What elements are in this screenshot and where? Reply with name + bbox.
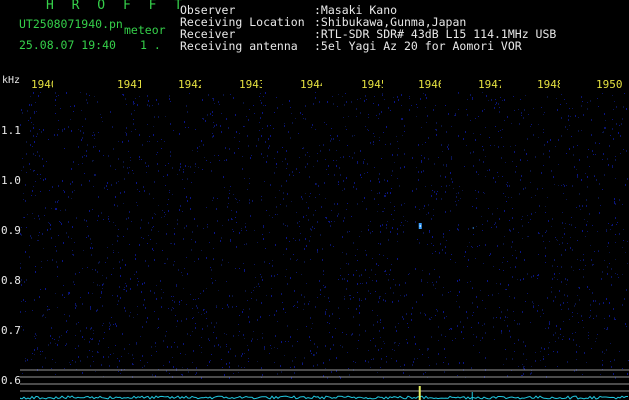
y-tick-1-1: 1.1 xyxy=(1,124,21,137)
spectrum-spike-minor xyxy=(471,392,473,400)
spectrum-spike xyxy=(418,386,421,400)
x-tick-1943: 1943 xyxy=(239,79,262,91)
x-tick-1944: 1944 xyxy=(300,79,322,91)
y-tick-0-8: 0.8 xyxy=(1,274,21,287)
hrofft-title: H R O F F T xyxy=(46,0,188,13)
x-tick-1947: 1947 xyxy=(478,79,501,91)
antenna-value: :5el Yagi Az 20 for Aomori VOR xyxy=(314,39,522,53)
x-tick-1948: 1948 xyxy=(537,79,560,91)
filename-label: UT2508071940.pn xyxy=(19,17,123,31)
antenna-label: Receiving antenna xyxy=(180,39,298,53)
faint-echo xyxy=(472,227,474,229)
x-tick-1949: 1950 xyxy=(596,79,623,91)
y-unit-label: kHz xyxy=(2,75,21,86)
y-tick-1-0: 1.0 xyxy=(1,174,21,187)
x-tick-1946: 1946 xyxy=(418,79,441,91)
noise-layer xyxy=(20,92,629,379)
count-label: 1 . xyxy=(140,38,161,52)
mode-label: meteor xyxy=(124,23,166,37)
spectrogram-plot xyxy=(20,92,629,400)
y-tick-0-6: 0.6 xyxy=(1,374,21,387)
x-tick-1942: 1942 xyxy=(178,79,201,91)
y-tick-0-9: 0.9 xyxy=(1,224,21,237)
meteor-echo-core xyxy=(419,225,421,227)
x-tick-1945: 1945 xyxy=(361,79,383,91)
spectrum-trace xyxy=(20,395,628,400)
datetime-label: 25.08.07 19:40 xyxy=(19,38,116,52)
x-tick-1940: 1940 xyxy=(31,79,53,91)
y-tick-0-7: 0.7 xyxy=(1,324,21,337)
x-tick-1941: 1941 xyxy=(117,79,141,91)
spectrogram-svg xyxy=(20,92,629,400)
